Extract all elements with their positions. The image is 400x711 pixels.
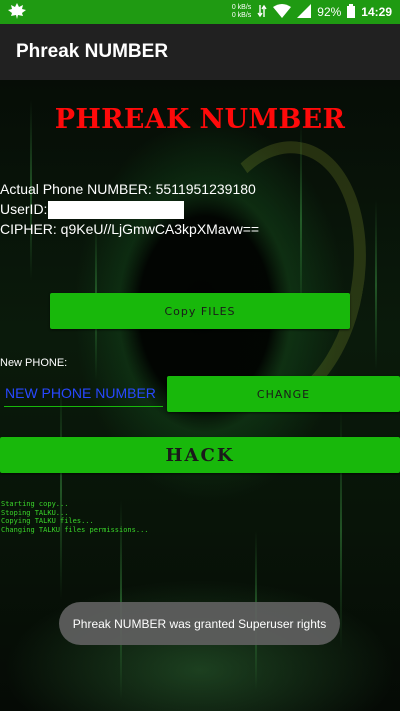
log-line: Starting copy... <box>1 500 69 508</box>
hack-button[interactable]: HACK <box>0 437 400 473</box>
wifi-icon <box>273 3 292 21</box>
battery-percent: 92% <box>317 5 342 19</box>
app-title: Phreak NUMBER <box>16 41 169 62</box>
log-output: Starting copy... Stoping TALKU... Copyin… <box>1 500 149 534</box>
cipher-text: CIPHER: q9KeU//LjGmwCA3kpXMavw== <box>0 221 260 237</box>
copy-files-button[interactable]: Copy FILES <box>50 293 350 329</box>
userid-label: UserID: <box>0 201 48 217</box>
userid-value-redacted <box>48 201 185 220</box>
signal-icon <box>297 3 312 21</box>
userid-row: UserID: <box>0 201 185 220</box>
clock: 14:29 <box>361 5 392 19</box>
new-phone-label: New PHONE: <box>0 357 68 369</box>
data-transfer-icon <box>257 4 267 21</box>
network-speed: 0 kB/s 0 kB/s <box>231 4 252 19</box>
actual-phone-number: Actual Phone NUMBER: 5511951239180 <box>0 181 256 197</box>
log-line: Stoping TALKU... <box>1 508 69 517</box>
status-bar: 0 kB/s 0 kB/s 92% 14:29 <box>0 0 400 24</box>
battery-icon <box>347 3 356 21</box>
leaf-icon <box>8 3 26 24</box>
log-line: Copying TALKU files... <box>1 517 94 525</box>
log-line: Changing TALKU files permissions... <box>1 525 149 534</box>
new-phone-input[interactable] <box>4 380 163 407</box>
app-bar: Phreak NUMBER <box>0 24 400 80</box>
toast-message: Phreak NUMBER was granted Superuser righ… <box>59 602 340 645</box>
page-heading: PHREAK NUMBER <box>54 104 346 135</box>
change-button[interactable]: CHANGE <box>167 376 400 412</box>
